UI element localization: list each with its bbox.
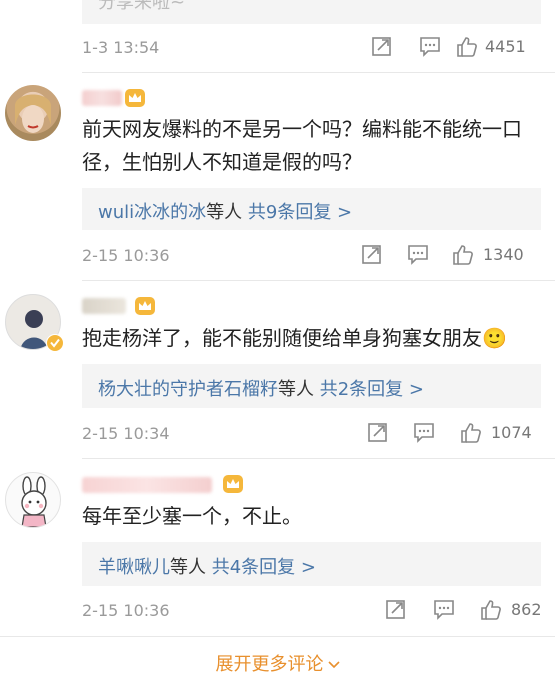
- reply-mid: 等人: [278, 379, 314, 400]
- reply-preview-box[interactable]: 羊啾啾儿等人 共4条回复 >: [82, 542, 541, 586]
- comment-actions: 862: [385, 598, 542, 626]
- avatar[interactable]: [5, 472, 61, 528]
- username-blurred[interactable]: [82, 477, 212, 493]
- crown-icon: [125, 89, 145, 107]
- smile-emoji-icon: 🙂: [482, 326, 507, 350]
- like-icon[interactable]: [459, 421, 483, 449]
- divider: [82, 280, 555, 281]
- repost-icon[interactable]: [385, 598, 407, 624]
- reply-preview-box[interactable]: 杨大壮的守护者石榴籽等人 共2条回复 >: [82, 364, 541, 408]
- reply-preview-text: 杨大壮的守护者石榴籽等人 共2条回复 >: [98, 375, 424, 401]
- comment-text: 每年至少塞一个，不止。: [82, 504, 302, 528]
- reply-names[interactable]: 杨大壮的守护者石榴籽: [98, 379, 278, 400]
- comment-icon[interactable]: [413, 421, 435, 447]
- reply-mid: 等人: [206, 202, 243, 223]
- repost-icon[interactable]: [361, 243, 383, 269]
- chevron-down-icon: [327, 661, 340, 669]
- comment-icon[interactable]: [433, 598, 455, 624]
- username-blurred[interactable]: [82, 90, 122, 106]
- comment-text-line: 抱走杨洋了，能不能别随便给单身狗塞女朋友: [82, 326, 482, 350]
- divider: [82, 458, 555, 459]
- reply-count-link[interactable]: 共2条回复 >: [320, 379, 424, 400]
- like-count: 1074: [491, 423, 532, 442]
- comment-actions: 4451: [371, 35, 541, 63]
- like-count: 4451: [485, 37, 526, 56]
- comment-text-line: 前天网友爆料的不是另一个吗？编料能不能统一口: [82, 117, 522, 141]
- reply-preview-text: wuli冰冰的冰等人 共9条回复 >: [98, 198, 352, 224]
- comment-text-line: 径，生怕别人不知道是假的吗？: [82, 150, 362, 174]
- comment-icon[interactable]: [407, 243, 429, 269]
- comment-time: 2-15 10:34: [82, 424, 170, 443]
- reply-names[interactable]: 羊啾啾儿: [98, 557, 170, 578]
- reply-preview-box[interactable]: wuli冰冰的冰等人 共9条回复 >: [82, 188, 541, 230]
- reply-preview-text: 分享来啦~: [98, 0, 186, 13]
- repost-icon[interactable]: [367, 421, 389, 447]
- reply-preview-box[interactable]: 分享来啦~: [82, 0, 541, 24]
- comment-text: 前天网友爆料的不是另一个吗？编料能不能统一口 径，生怕别人不知道是假的吗？: [82, 113, 542, 179]
- reply-count-link[interactable]: 共9条回复 >: [248, 202, 352, 223]
- verified-badge-icon: [46, 334, 64, 352]
- divider: [82, 72, 555, 73]
- crown-icon: [135, 297, 155, 315]
- expand-more-label: 展开更多评论: [215, 654, 324, 675]
- comment-text: 抱走杨洋了，能不能别随便给单身狗塞女朋友🙂: [82, 322, 542, 355]
- reply-mid: 等人: [170, 557, 206, 578]
- reply-preview-text: 羊啾啾儿等人 共4条回复 >: [98, 553, 316, 579]
- repost-icon[interactable]: [371, 35, 393, 61]
- avatar[interactable]: [5, 85, 61, 141]
- reply-count-link[interactable]: 共4条回复 >: [212, 557, 316, 578]
- like-count: 862: [511, 600, 542, 619]
- comment-time: 2-15 10:36: [82, 246, 170, 265]
- reply-names[interactable]: wuli冰冰的冰: [98, 202, 206, 223]
- comment-actions: 1074: [367, 421, 541, 449]
- like-count: 1340: [483, 245, 524, 264]
- like-icon[interactable]: [479, 598, 503, 626]
- username-blurred[interactable]: [82, 298, 126, 314]
- comment-time: 2-15 10:36: [82, 601, 170, 620]
- comment-icon[interactable]: [419, 35, 441, 61]
- like-icon[interactable]: [455, 35, 479, 63]
- comment-actions: 1340: [361, 243, 541, 271]
- expand-more-comments-button[interactable]: 展开更多评论: [0, 650, 555, 676]
- crown-icon: [223, 475, 243, 493]
- divider: [0, 636, 555, 637]
- comment-time: 1-3 13:54: [82, 38, 160, 57]
- like-icon[interactable]: [451, 243, 475, 271]
